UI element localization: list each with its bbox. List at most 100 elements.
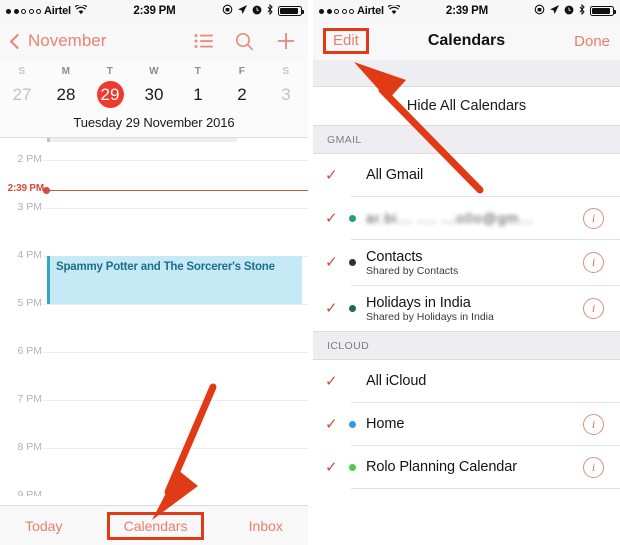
day-cell[interactable]: 28 [44, 79, 88, 114]
day-number: 28 [56, 84, 76, 104]
calendar-row-text: Home [366, 416, 583, 432]
day-cell[interactable]: 27 [0, 79, 44, 114]
timeline-event-title: Spammy Potter and The Sorcerer's Stone [56, 261, 275, 273]
calendar-name: Home [366, 416, 405, 432]
tab-inbox[interactable]: Inbox [243, 516, 289, 536]
status-bar-left: Airtel 2:39 PM [0, 0, 308, 22]
status-bar-clock: 2:39 PM [445, 5, 488, 17]
calendar-color-dot [349, 172, 356, 179]
calendar-row-text: Contacts Shared by Contacts [366, 249, 583, 277]
calendar-row-all-gmail[interactable]: ✓ All Gmail [313, 154, 620, 196]
day-number: 3 [281, 84, 291, 104]
timeline-event-partial[interactable] [47, 138, 237, 142]
hour-line [44, 304, 308, 305]
tab-calendars[interactable]: Calendars [106, 511, 205, 540]
day-number: 1 [193, 84, 203, 104]
calendar-row-text: Rolo Planning Calendar [366, 459, 583, 475]
left-nav-bar: November [0, 22, 308, 60]
calendar-subtitle: Shared by Holidays in India [366, 310, 494, 323]
back-button-label: November [28, 31, 107, 50]
weekday-label: M [61, 66, 71, 77]
day-cell[interactable]: 2 [220, 79, 264, 114]
day-cell[interactable]: 30 [132, 79, 176, 114]
carrier-label: Airtel [44, 5, 71, 17]
back-to-november-button[interactable]: November [9, 31, 107, 51]
section-header-gmail: GMAIL [313, 125, 620, 154]
done-button[interactable]: Done [574, 33, 610, 50]
calendar-name: Contacts [366, 248, 423, 265]
location-arrow-icon [549, 4, 560, 18]
left-nav-icon-group [194, 31, 296, 51]
edit-button[interactable]: Edit [323, 28, 369, 54]
status-bar-right-group [222, 3, 304, 18]
hour-label: 7 PM [17, 393, 42, 405]
checkmark-icon: ✓ [325, 254, 338, 271]
hour-line [44, 400, 308, 401]
info-icon[interactable]: i [583, 413, 604, 435]
timeline-event[interactable]: Spammy Potter and The Sorcerer's Stone [47, 256, 302, 304]
checkmark-icon: ✓ [325, 372, 338, 390]
wifi-icon [387, 3, 401, 18]
bluetooth-icon [578, 3, 586, 18]
right-phone-screen: Airtel 2:39 PM Calendars Edit Done Hide … [313, 0, 620, 545]
calendar-name: All Gmail [366, 167, 424, 183]
tab-today[interactable]: Today [19, 516, 68, 536]
alarm-clock-icon [252, 5, 262, 18]
selected-date-label: Tuesday 29 November 2016 [73, 115, 235, 130]
calendar-row-all-icloud[interactable]: ✓ All iCloud [313, 360, 620, 402]
day-number: 27 [12, 84, 32, 104]
search-icon[interactable] [235, 32, 254, 51]
rotation-lock-icon [222, 4, 233, 18]
status-bar-clock: 2:39 PM [133, 5, 176, 17]
battery-icon [278, 6, 304, 16]
add-event-icon[interactable] [276, 31, 296, 51]
hour-label: 3 PM [17, 201, 42, 213]
calendars-list: Hide All Calendars GMAIL ✓ All Gmail ✓ a… [313, 60, 620, 545]
hour-line [44, 352, 308, 353]
status-bar-left-group: Airtel [319, 3, 401, 18]
calendar-row-gmail-account[interactable]: ✓ ar.bi... .... ...o0o@gm... i [313, 197, 620, 239]
status-bar-right: Airtel 2:39 PM [313, 0, 620, 22]
bottom-tab-bar: Today Calendars Inbox [0, 505, 308, 545]
weekday-label: F [238, 66, 246, 77]
info-icon[interactable]: i [583, 252, 604, 273]
carrier-label: Airtel [357, 5, 384, 17]
calendar-name-redacted: ar.bi... .... ...o0o@gm... [366, 210, 534, 226]
location-arrow-icon [237, 4, 248, 18]
calendar-name: Rolo Planning Calendar [366, 459, 517, 475]
row-divider [351, 488, 620, 489]
day-cell-selected[interactable]: 29 [88, 79, 132, 114]
calendar-color-dot [349, 305, 356, 312]
day-number: 2 [237, 84, 247, 104]
info-icon[interactable]: i [583, 298, 604, 319]
checkmark-icon: ✓ [325, 458, 338, 476]
info-icon[interactable]: i [583, 207, 604, 229]
signal-strength-icon [319, 8, 354, 14]
day-cell[interactable]: 3 [264, 79, 308, 114]
hour-line [44, 160, 308, 161]
hour-line [44, 208, 308, 209]
list-top-gap [313, 60, 620, 87]
weekday-label: T [194, 66, 202, 77]
week-strip: S M T W T F S 27 28 29 30 1 2 3 Tuesday … [0, 60, 308, 138]
alarm-clock-icon [564, 5, 574, 18]
day-number: 30 [144, 84, 164, 104]
list-view-icon[interactable] [194, 33, 213, 49]
weekday-header-row: S M T W T F S [0, 62, 308, 79]
hide-all-calendars-button[interactable]: Hide All Calendars [313, 87, 620, 125]
calendar-row-home[interactable]: ✓ Home i [313, 403, 620, 445]
battery-icon [590, 6, 616, 16]
day-cell[interactable]: 1 [176, 79, 220, 114]
calendar-row-rolo-planning-calendar[interactable]: ✓ Rolo Planning Calendar i [313, 446, 620, 488]
calendar-color-dot [349, 378, 356, 385]
calendar-row-holidays-in-india[interactable]: ✓ Holidays in India Shared by Holidays i… [313, 286, 620, 331]
day-number-row: 27 28 29 30 1 2 3 [0, 79, 308, 114]
weekday-label: S [18, 66, 26, 77]
calendar-color-dot [349, 463, 356, 471]
bluetooth-icon [266, 3, 274, 18]
calendar-row-contacts[interactable]: ✓ Contacts Shared by Contacts i [313, 240, 620, 285]
hour-label: 5 PM [17, 297, 42, 309]
calendar-row-text: All Gmail [366, 167, 585, 183]
day-timeline[interactable]: 2 PM 3 PM 4 PM 5 PM 6 PM 7 PM 8 PM 9 PM … [0, 138, 308, 496]
info-icon[interactable]: i [583, 456, 604, 478]
